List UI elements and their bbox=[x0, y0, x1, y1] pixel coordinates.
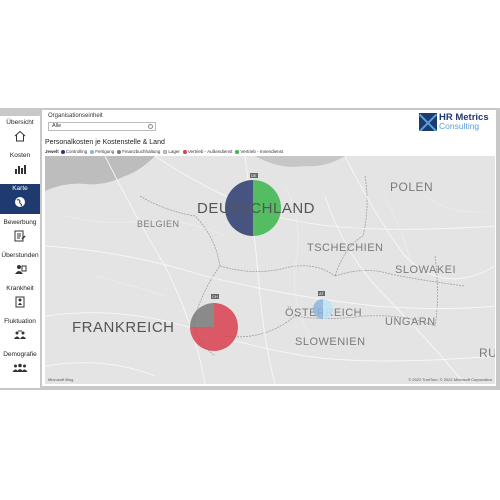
main-panel: Organisationseinheit Alle HR Metrics Con… bbox=[42, 110, 496, 386]
chart-title: Personalkosten je Kostenstelle & Land bbox=[45, 139, 165, 146]
application-icon bbox=[12, 229, 28, 243]
nav-label: Krankheit bbox=[6, 285, 34, 292]
country-label-slowenien: SLOWENIEN bbox=[295, 336, 366, 348]
nav-item-bewerbung[interactable]: Bewerbung bbox=[0, 218, 40, 248]
marker-tag-at: AT bbox=[318, 291, 325, 296]
country-label-deutschland: DEUTSCHLAND bbox=[197, 200, 316, 217]
country-label-ungarn: UNGARN bbox=[385, 316, 436, 328]
nav-label: Bewerbung bbox=[3, 219, 37, 226]
marker-tag-de: DE bbox=[250, 173, 258, 178]
cost-chart-icon bbox=[12, 162, 28, 176]
nav-item-fluktuation[interactable]: Fluktuation bbox=[0, 317, 40, 347]
map-attribution[interactable]: © 2022 TomTom, © 2022 Microsoft Corporat… bbox=[408, 377, 492, 382]
house-icon bbox=[12, 129, 28, 143]
nav-item-karte[interactable]: Karte bbox=[0, 184, 40, 214]
company-logo: HR Metrics Consulting bbox=[419, 112, 493, 132]
legend-title: Jewelt bbox=[45, 149, 59, 154]
legend-entry-finanzbuchhaltung[interactable]: Finanzbuchhaltung bbox=[117, 149, 160, 154]
nav-label: Überstunden bbox=[1, 252, 39, 259]
filter-value: Alle bbox=[52, 123, 62, 129]
country-label-polen: POLEN bbox=[390, 180, 434, 194]
country-label-slowakei: SLOWAKEI bbox=[395, 264, 457, 276]
chart-legend: Jewelt Controlling Fertigung Finanzbuchh… bbox=[45, 149, 286, 154]
marker-tag-ch: CH bbox=[211, 294, 219, 299]
pie-marker-at[interactable] bbox=[313, 299, 333, 319]
logo-mark-icon bbox=[419, 113, 437, 131]
nav-label: Übersicht bbox=[6, 119, 34, 126]
sidebar: Übersicht Kosten Karte Bewerbung Überstu… bbox=[0, 116, 40, 388]
legend-entry-vertrieb-aussendienst[interactable]: Vertrieb - Außendienst bbox=[182, 149, 232, 154]
legend-entry-controlling[interactable]: Controlling bbox=[60, 149, 87, 154]
nav-label: Fluktuation bbox=[4, 318, 36, 325]
pie-slice-at-lager bbox=[323, 299, 333, 319]
nav-label: Karte bbox=[12, 185, 28, 192]
legend-entry-vertrieb-innendienst[interactable]: Vertrieb - Innendienst bbox=[235, 149, 283, 154]
turnover-icon bbox=[12, 328, 28, 342]
org-unit-filter[interactable]: Alle bbox=[48, 122, 156, 131]
pie-slice-ch-finanzbuchhaltung bbox=[190, 303, 214, 327]
country-label-tschechien: TSCHECHIEN bbox=[307, 242, 384, 254]
nav-item-ueberstunden[interactable]: Überstunden bbox=[0, 251, 40, 281]
nav-item-demografie[interactable]: Demografie bbox=[0, 350, 40, 380]
country-label-ru: RU bbox=[479, 346, 495, 360]
nav-item-kosten[interactable]: Kosten bbox=[0, 151, 40, 181]
nav-item-uebersicht[interactable]: Übersicht bbox=[0, 118, 40, 148]
country-label-belgien: BELGIEN bbox=[137, 219, 180, 229]
legend-entry-lager[interactable]: Lager bbox=[163, 149, 180, 154]
nav-label: Kosten bbox=[9, 152, 31, 159]
country-label-frankreich: FRANKREICH bbox=[72, 319, 175, 336]
nav-label: Demografie bbox=[3, 351, 37, 358]
people-icon bbox=[12, 361, 28, 375]
filter-title: Organisationseinheit bbox=[48, 113, 103, 119]
overtime-icon bbox=[12, 262, 28, 276]
map-canvas[interactable]: POLEN BELGIEN TSCHECHIEN SLOWAKEI FRANKR… bbox=[45, 156, 495, 384]
search-icon[interactable] bbox=[148, 124, 153, 129]
legend-entry-fertigung[interactable]: Fertigung bbox=[90, 149, 114, 154]
bing-logo: Microsoft Bing bbox=[48, 377, 74, 382]
pie-slice-at-fertigung bbox=[313, 299, 323, 319]
nav-item-krankheit[interactable]: Krankheit bbox=[0, 284, 40, 314]
globe-icon bbox=[12, 195, 28, 209]
pie-marker-ch[interactable] bbox=[190, 303, 238, 351]
logo-line-2: Consulting bbox=[439, 121, 480, 131]
sick-icon bbox=[12, 295, 28, 309]
